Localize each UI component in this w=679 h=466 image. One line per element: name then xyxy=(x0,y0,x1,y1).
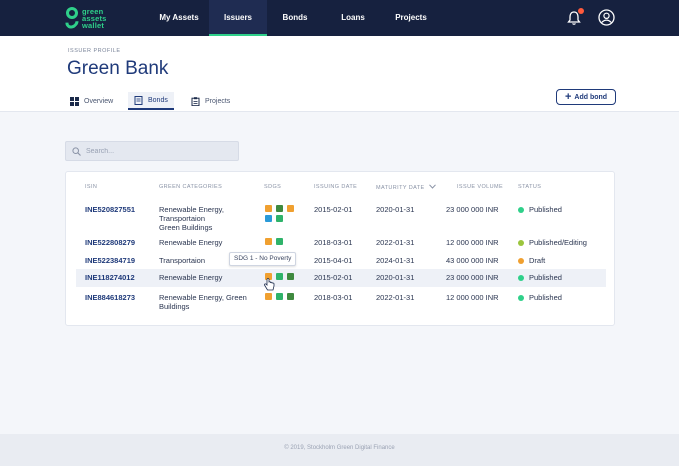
green-categories: Renewable Energy xyxy=(159,273,223,282)
sdg-icon[interactable] xyxy=(276,238,283,245)
sdg-icon[interactable] xyxy=(276,215,283,222)
nav-bonds[interactable]: Bonds xyxy=(272,0,318,36)
sdg-icon[interactable] xyxy=(287,293,294,300)
app-logo[interactable]: green assets wallet xyxy=(62,6,107,32)
sdg-icon[interactable] xyxy=(265,293,272,300)
status-dot xyxy=(518,206,524,213)
page-title: Green Bank xyxy=(67,58,169,79)
user-circle-icon[interactable] xyxy=(598,9,615,26)
search-input[interactable] xyxy=(86,147,226,155)
col-sdgs[interactable]: SDGS xyxy=(264,184,281,190)
isin-link[interactable]: INE522808279 xyxy=(85,238,135,247)
grid-icon xyxy=(70,96,79,106)
table-row[interactable]: INE522384719 Transportaion 2015-04-01 20… xyxy=(76,252,606,269)
nav-loans[interactable]: Loans xyxy=(331,0,375,36)
sdg-icon[interactable] xyxy=(265,215,272,222)
search-icon xyxy=(72,146,81,156)
col-issuing-date[interactable]: ISSUING DATE xyxy=(314,184,357,190)
sdg-tooltip: SDG 1 - No Poverty xyxy=(229,252,297,266)
logo-mark-icon xyxy=(62,7,82,32)
table-row[interactable]: INE118274012 Renewable Energy 2015-02-01… xyxy=(76,269,606,287)
bonds-table: ISIN GREEN CATEGORIES SDGS ISSUING DATE … xyxy=(65,171,615,326)
sort-chevron-down-icon xyxy=(428,184,436,189)
logo-text: green assets wallet xyxy=(82,6,107,30)
add-bond-button[interactable]: + Add bond xyxy=(556,89,616,105)
green-categories: Transportaion xyxy=(159,256,205,265)
status-badge: Draft xyxy=(518,256,545,265)
tab-bonds[interactable]: Bonds xyxy=(128,92,174,110)
status-badge: Published/Editing xyxy=(518,238,587,247)
search-box[interactable] xyxy=(65,141,239,161)
sdg-icon[interactable] xyxy=(265,205,272,212)
isin-link[interactable]: INE884618273 xyxy=(85,293,135,302)
page-eyebrow: ISSUER PROFILE xyxy=(68,48,121,54)
table-row[interactable]: INE520827551 Renewable Energy, Transport… xyxy=(76,199,606,233)
sdg-icon[interactable] xyxy=(276,273,283,280)
sdg-icon[interactable] xyxy=(287,205,294,212)
issuer-header: ISSUER PROFILE Green Bank Overview Bonds… xyxy=(0,36,679,112)
nav-my-assets[interactable]: My Assets xyxy=(154,0,204,36)
col-green-categories[interactable]: GREEN CATEGORIES xyxy=(159,184,222,190)
col-maturity-date[interactable]: MATURITY DATE xyxy=(376,184,436,191)
sdg-icon[interactable] xyxy=(265,238,272,245)
table-row[interactable]: INE884618273 Renewable Energy, Green Bui… xyxy=(76,288,606,314)
nav-projects[interactable]: Projects xyxy=(388,0,434,36)
tab-projects[interactable]: Projects xyxy=(191,92,230,110)
isin-link[interactable]: INE118274012 xyxy=(85,273,135,282)
col-status[interactable]: STATUS xyxy=(518,184,541,190)
clipboard-icon xyxy=(191,96,200,106)
nav-issuers[interactable]: Issuers xyxy=(209,0,267,36)
status-dot xyxy=(518,294,524,301)
sdg-icon[interactable] xyxy=(276,293,283,300)
table-row[interactable]: INE522808279 Renewable Energy 2018-03-01… xyxy=(76,234,606,252)
status-dot xyxy=(518,257,524,264)
sdg-icon[interactable] xyxy=(276,205,283,212)
plus-icon: + xyxy=(564,91,572,103)
document-icon xyxy=(134,95,143,105)
status-badge: Published xyxy=(518,293,562,302)
col-isin[interactable]: ISIN xyxy=(85,184,97,190)
status-dot xyxy=(518,239,524,246)
green-categories: Renewable Energy, Transportaion Green Bu… xyxy=(159,205,224,232)
green-categories: Renewable Energy, Green Buildings xyxy=(159,293,247,311)
top-navbar: green assets wallet My Assets Issuers Bo… xyxy=(0,0,679,36)
isin-link[interactable]: INE522384719 xyxy=(85,256,135,265)
status-badge: Published xyxy=(518,205,562,214)
isin-link[interactable]: INE520827551 xyxy=(85,205,135,214)
sdg-icon[interactable] xyxy=(287,273,294,280)
tab-overview[interactable]: Overview xyxy=(70,92,113,110)
notification-badge xyxy=(578,8,584,14)
col-issue-volume[interactable]: ISSUE VOLUME xyxy=(457,184,503,190)
green-categories: Renewable Energy xyxy=(159,238,223,247)
hand-cursor-icon xyxy=(264,278,275,291)
status-dot xyxy=(518,274,524,281)
status-badge: Published xyxy=(518,273,562,282)
page-footer: © 2019, Stockholm Green Digital Finance xyxy=(0,434,679,466)
